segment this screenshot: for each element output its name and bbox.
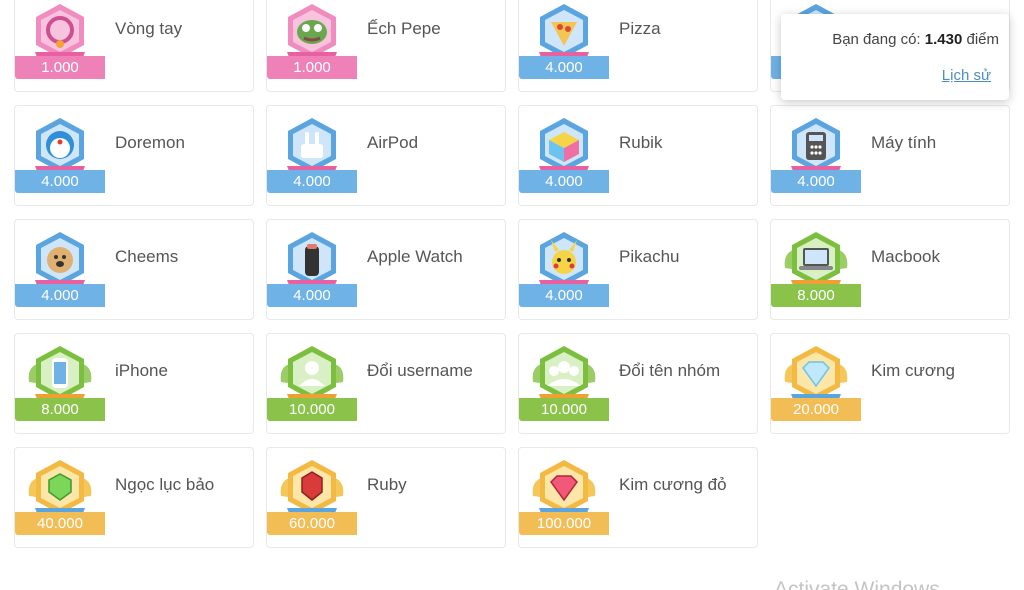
reward-card-doi-ten-nhom[interactable]: Đổi tên nhóm 10.000 bbox=[518, 333, 758, 434]
points-label: Bạn đang có: bbox=[832, 31, 921, 48]
reward-price: 4.000 bbox=[519, 284, 609, 307]
reward-card-airpod[interactable]: AirPod 4.000 bbox=[266, 105, 506, 206]
reward-price: 1.000 bbox=[15, 56, 105, 79]
points-summary: Bạn đang có: 1.430 điểm bbox=[832, 31, 999, 48]
reward-price: 4.000 bbox=[267, 284, 357, 307]
reward-name: Đổi tên nhóm bbox=[619, 361, 721, 380]
reward-card-macbook[interactable]: Macbook 8.000 bbox=[770, 219, 1010, 320]
history-link[interactable]: Lịch sử bbox=[942, 67, 991, 84]
reward-card-kim-cuong-do[interactable]: Kim cương đỏ 100.000 bbox=[518, 447, 758, 548]
reward-card-vong-tay[interactable]: Vòng tay 1.000 bbox=[14, 0, 254, 92]
reward-price: 60.000 bbox=[267, 512, 357, 535]
reward-row: Cheems 4.000 Apple Watch 4.000 Pikachu 4… bbox=[14, 219, 1010, 320]
reward-card-ngoc-luc-bao[interactable]: Ngọc lục bảo 40.000 bbox=[14, 447, 254, 548]
reward-name: Ruby bbox=[367, 475, 407, 494]
reward-card-may-tinh[interactable]: Máy tính 4.000 bbox=[770, 105, 1010, 206]
reward-card-doremon[interactable]: Doremon 4.000 bbox=[14, 105, 254, 206]
points-unit: điểm bbox=[966, 31, 999, 48]
reward-price: 20.000 bbox=[771, 398, 861, 421]
reward-price: 10.000 bbox=[267, 398, 357, 421]
reward-card-doi-username[interactable]: Đổi username 10.000 bbox=[266, 333, 506, 434]
reward-name: Doremon bbox=[115, 133, 185, 152]
reward-price: 4.000 bbox=[519, 56, 609, 79]
reward-name: Pizza bbox=[619, 19, 661, 38]
reward-name: Ngọc lục bảo bbox=[115, 475, 215, 494]
points-value: 1.430 bbox=[924, 31, 963, 48]
reward-card-ruby[interactable]: Ruby 60.000 bbox=[266, 447, 506, 548]
reward-name: Máy tính bbox=[871, 133, 937, 152]
reward-name: Cheems bbox=[115, 247, 179, 266]
reward-price: 4.000 bbox=[519, 170, 609, 193]
reward-price: 8.000 bbox=[771, 284, 861, 307]
reward-card-pizza[interactable]: Pizza 4.000 bbox=[518, 0, 758, 92]
reward-price: 4.000 bbox=[267, 170, 357, 193]
reward-name: Ếch Pepe bbox=[367, 19, 441, 38]
reward-name: Rubik bbox=[619, 133, 663, 152]
reward-name: Apple Watch bbox=[367, 247, 463, 266]
reward-price: 40.000 bbox=[15, 512, 105, 535]
reward-name: Kim cương đỏ bbox=[619, 475, 727, 494]
reward-card-kim-cuong[interactable]: Kim cương 20.000 bbox=[770, 333, 1010, 434]
reward-name: iPhone bbox=[115, 361, 168, 380]
reward-name: Kim cương bbox=[871, 361, 955, 380]
reward-card-iphone[interactable]: iPhone 8.000 bbox=[14, 333, 254, 434]
reward-name: Đổi username bbox=[367, 361, 473, 380]
reward-price: 4.000 bbox=[15, 170, 105, 193]
reward-card-rubik[interactable]: Rubik 4.000 bbox=[518, 105, 758, 206]
empty-slot bbox=[770, 447, 1010, 548]
activate-windows-watermark: Activate Windows bbox=[774, 578, 940, 590]
points-popup: Bạn đang có: 1.430 điểm Lịch sử bbox=[781, 14, 1009, 100]
reward-row: iPhone 8.000 Đổi username 10.000 Đổi tên… bbox=[14, 333, 1010, 434]
reward-row: Doremon 4.000 AirPod 4.000 Rubik 4.000 M… bbox=[14, 105, 1010, 206]
reward-row: Ngọc lục bảo 40.000 Ruby 60.000 Kim cươn… bbox=[14, 447, 1010, 548]
reward-name: Macbook bbox=[871, 247, 940, 266]
reward-card-pikachu[interactable]: Pikachu 4.000 bbox=[518, 219, 758, 320]
reward-card-cheems[interactable]: Cheems 4.000 bbox=[14, 219, 254, 320]
reward-name: AirPod bbox=[367, 133, 419, 152]
reward-price: 100.000 bbox=[519, 512, 609, 535]
reward-name: Vòng tay bbox=[115, 19, 183, 38]
reward-price: 8.000 bbox=[15, 398, 105, 421]
reward-card-apple-watch[interactable]: Apple Watch 4.000 bbox=[266, 219, 506, 320]
reward-name: Pikachu bbox=[619, 247, 680, 266]
reward-price: 4.000 bbox=[15, 284, 105, 307]
reward-price: 1.000 bbox=[267, 56, 357, 79]
reward-price: 4.000 bbox=[771, 170, 861, 193]
reward-card-ech-pepe[interactable]: Ếch Pepe 1.000 bbox=[266, 0, 506, 92]
reward-price: 10.000 bbox=[519, 398, 609, 421]
